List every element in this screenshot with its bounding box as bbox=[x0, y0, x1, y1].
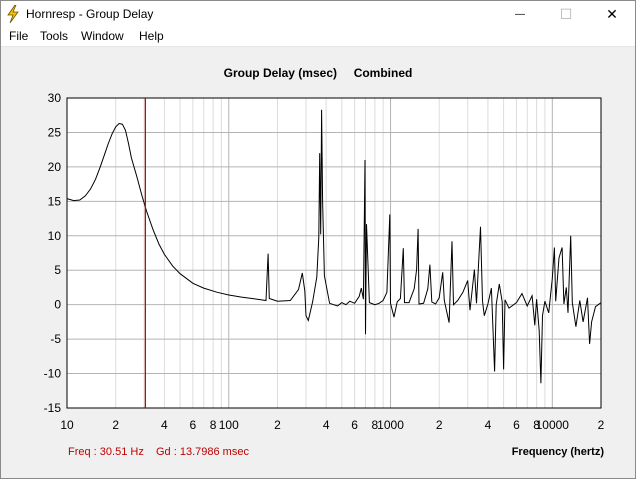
menu-tools[interactable]: Tools bbox=[40, 29, 68, 43]
menu-bar: File Tools Window Help bbox=[1, 27, 635, 47]
x-tick-label: 1000 bbox=[377, 418, 404, 432]
y-tick-label: 5 bbox=[54, 263, 61, 277]
y-tick-label: -10 bbox=[44, 367, 62, 381]
x-tick-label: 100 bbox=[219, 418, 239, 432]
y-tick-label: 30 bbox=[48, 91, 62, 105]
menu-file[interactable]: File bbox=[9, 29, 28, 43]
x-tick-label: 2 bbox=[598, 418, 605, 432]
y-tick-label: 15 bbox=[48, 194, 62, 208]
x-tick-label: 8 bbox=[210, 418, 217, 432]
group-delay-chart[interactable]: 302520151050-5-10-1510 2 4 6 8 100 2 4 6 81000 2 4 6… bbox=[1, 47, 635, 442]
lightning-bolt-icon bbox=[7, 5, 19, 23]
x-tick-label: 10 bbox=[60, 418, 74, 432]
maximize-button[interactable]: ☐ bbox=[543, 1, 589, 27]
x-tick-label: 10000 bbox=[536, 418, 570, 432]
x-tick-label: 6 bbox=[513, 418, 520, 432]
x-tick-label: 6 bbox=[190, 418, 197, 432]
frequency-readout: Freq : 30.51 Hz bbox=[68, 446, 144, 458]
y-tick-label: -5 bbox=[50, 332, 61, 346]
x-tick-label: 4 bbox=[161, 418, 168, 432]
y-tick-label: 20 bbox=[48, 160, 62, 174]
close-button[interactable]: ✕ bbox=[589, 1, 635, 27]
close-icon: ✕ bbox=[606, 5, 618, 22]
x-tick-label: 2 bbox=[274, 418, 281, 432]
minimize-icon: — bbox=[515, 8, 525, 20]
x-tick-label: 2 bbox=[112, 418, 119, 432]
x-tick-label: 4 bbox=[323, 418, 330, 432]
minimize-button[interactable]: — bbox=[497, 1, 543, 27]
x-tick-label: 6 bbox=[351, 418, 358, 432]
y-tick-label: 25 bbox=[48, 125, 62, 139]
menu-window[interactable]: Window bbox=[81, 29, 124, 43]
menu-help[interactable]: Help bbox=[139, 29, 164, 43]
x-axis-label: Frequency (hertz) bbox=[511, 446, 604, 458]
title-bar[interactable]: Hornresp - Group Delay — ☐ ✕ bbox=[1, 1, 635, 27]
maximize-icon: ☐ bbox=[559, 5, 573, 22]
x-tick-label: 2 bbox=[436, 418, 443, 432]
y-tick-label: 10 bbox=[48, 229, 62, 243]
window-title: Hornresp - Group Delay bbox=[26, 7, 154, 21]
y-tick-label: 0 bbox=[54, 298, 61, 312]
x-tick-label: 4 bbox=[485, 418, 492, 432]
app-window: Hornresp - Group Delay — ☐ ✕ File Tools … bbox=[0, 0, 636, 479]
plot-background bbox=[67, 98, 601, 408]
group-delay-plot-panel[interactable]: Group Delay (msec) Combined 30 25 20 15 10 5 0… bbox=[1, 47, 635, 478]
group-delay-readout: Gd : 13.7986 msec bbox=[156, 446, 249, 458]
y-tick-label: -15 bbox=[44, 401, 62, 415]
